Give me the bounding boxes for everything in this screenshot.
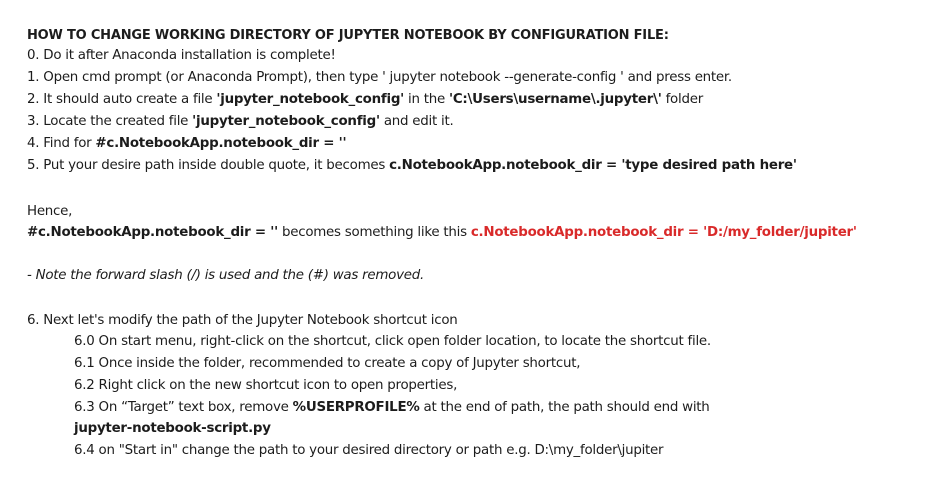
- config-file-name: 'jupyter_notebook_config': [216, 92, 405, 107]
- step-2-text: 2. It should auto create a file: [27, 92, 217, 107]
- setting-template: c.NotebookApp.notebook_dir = 'type desir…: [389, 158, 797, 173]
- slash-note: - Note the forward slash (/) is used and…: [27, 268, 425, 283]
- step-1: 1. Open cmd prompt (or Anaconda Prompt),…: [27, 70, 732, 85]
- step-4: 4. Find for #c.NotebookApp.notebook_dir …: [27, 135, 347, 153]
- step-0: 0. Do it after Anaconda installation is …: [27, 48, 336, 63]
- step-2-text-in: in the: [404, 92, 449, 107]
- setting-after: c.NotebookApp.notebook_dir = 'D:/my_fold…: [470, 225, 857, 240]
- step-5: 5. Put your desire path inside double qu…: [27, 157, 797, 175]
- step-6-3-text-end: at the end of path, the path should end …: [419, 400, 710, 415]
- userprofile-token: %USERPROFILE%: [292, 400, 420, 415]
- step-6-1: 6.1 Once inside the folder, recommended …: [74, 356, 581, 371]
- document-title: HOW TO CHANGE WORKING DIRECTORY OF JUPYT…: [27, 28, 669, 43]
- script-file-name: jupyter-notebook-script.py: [74, 421, 271, 436]
- hence-label: Hence,: [27, 204, 73, 219]
- instruction-document: HOW TO CHANGE WORKING DIRECTORY OF JUPYT…: [0, 0, 927, 487]
- step-2: 2. It should auto create a file 'jupyter…: [27, 91, 703, 109]
- step-6-2: 6.2 Right click on the new shortcut icon…: [74, 378, 458, 393]
- config-file-name-2: 'jupyter_notebook_config': [192, 114, 380, 129]
- step-3: 3. Locate the created file 'jupyter_note…: [27, 113, 454, 131]
- step-6-0: 6.0 On start menu, right-click on the sh…: [74, 334, 711, 349]
- commented-setting: #c.NotebookApp.notebook_dir = '': [95, 136, 347, 151]
- step-6-3-text: 6.3 On “Target” text box, remove: [74, 400, 293, 415]
- step-5-text: 5. Put your desire path inside double qu…: [27, 158, 390, 173]
- step-2-text-folder: folder: [661, 92, 704, 107]
- step-3-text-end: and edit it.: [379, 114, 454, 129]
- hence-middle-text: becomes something like this: [277, 225, 471, 240]
- step-6-heading: 6. Next let's modify the path of the Jup…: [27, 313, 458, 328]
- step-3-text: 3. Locate the created file: [27, 114, 193, 129]
- step-6-3: 6.3 On “Target” text box, remove %USERPR…: [74, 399, 710, 417]
- step-4-text: 4. Find for: [27, 136, 96, 151]
- step-6-4: 6.4 on "Start in" change the path to you…: [74, 443, 664, 458]
- hence-line: #c.NotebookApp.notebook_dir = '' becomes…: [27, 224, 857, 242]
- setting-before: #c.NotebookApp.notebook_dir = '': [27, 225, 278, 240]
- config-folder-path: 'C:\Users\username\.jupyter\': [448, 92, 662, 107]
